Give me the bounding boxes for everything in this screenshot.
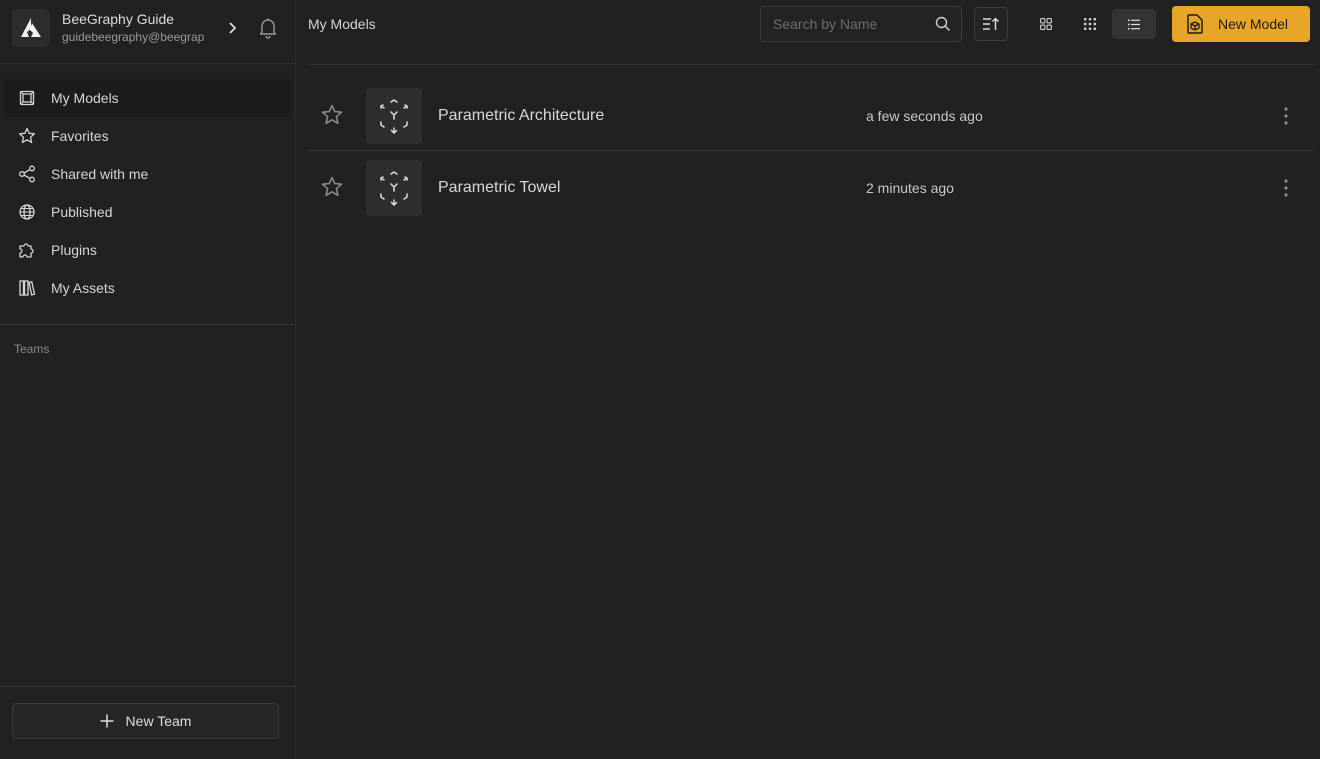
model-thumbnail[interactable] bbox=[366, 160, 422, 216]
sidebar-item-label: Shared with me bbox=[51, 166, 149, 182]
star-icon bbox=[18, 127, 36, 145]
3d-model-icon bbox=[376, 97, 412, 135]
search-icon[interactable] bbox=[935, 16, 951, 32]
sidebar-item-my-models[interactable]: My Models bbox=[4, 79, 291, 117]
model-thumbnail[interactable] bbox=[366, 88, 422, 144]
bell-icon[interactable] bbox=[257, 16, 279, 40]
sidebar-item-label: My Models bbox=[51, 90, 119, 106]
globe-icon bbox=[18, 203, 36, 221]
sidebar: BeeGraphy Guide guidebeegraphy@beegrap M… bbox=[0, 0, 296, 759]
new-model-button[interactable]: New Model bbox=[1172, 6, 1310, 42]
sidebar-divider bbox=[0, 324, 295, 325]
model-row[interactable]: Parametric Towel 2 minutes ago bbox=[308, 152, 1314, 223]
sidebar-footer-divider bbox=[0, 686, 295, 687]
puzzle-icon bbox=[18, 241, 36, 259]
view-list-button[interactable] bbox=[1112, 9, 1156, 39]
main-content: My Models New Model bbox=[296, 0, 1320, 759]
more-options-icon[interactable] bbox=[1278, 176, 1294, 200]
chevron-right-icon[interactable] bbox=[224, 18, 240, 38]
model-updated-time: 2 minutes ago bbox=[866, 180, 954, 196]
favorite-star-icon[interactable] bbox=[320, 175, 344, 199]
beegraphy-logo-icon[interactable] bbox=[12, 9, 50, 47]
list-icon bbox=[1128, 19, 1140, 30]
search-box bbox=[760, 6, 962, 42]
sidebar-item-published[interactable]: Published bbox=[4, 193, 291, 231]
sidebar-item-label: My Assets bbox=[51, 280, 115, 296]
header-divider bbox=[310, 64, 1314, 65]
model-name[interactable]: Parametric Towel bbox=[438, 179, 560, 197]
model-updated-time: a few seconds ago bbox=[866, 108, 983, 124]
page-title: My Models bbox=[308, 16, 376, 32]
model-name[interactable]: Parametric Architecture bbox=[438, 107, 604, 125]
grid-small-icon bbox=[1084, 18, 1096, 30]
new-team-button[interactable]: New Team bbox=[12, 703, 279, 739]
share-icon bbox=[18, 165, 36, 183]
favorite-star-icon[interactable] bbox=[320, 103, 344, 127]
sidebar-item-label: Published bbox=[51, 204, 113, 220]
sidebar-item-my-assets[interactable]: My Assets bbox=[4, 269, 291, 307]
view-small-grid-button[interactable] bbox=[1068, 9, 1112, 39]
sort-button[interactable] bbox=[974, 7, 1008, 41]
sidebar-item-favorites[interactable]: Favorites bbox=[4, 117, 291, 155]
model-row[interactable]: Parametric Architecture a few seconds ag… bbox=[308, 80, 1314, 151]
sidebar-item-plugins[interactable]: Plugins bbox=[4, 231, 291, 269]
sidebar-item-label: Favorites bbox=[51, 128, 109, 144]
profile-email: guidebeegraphy@beegrap bbox=[62, 30, 205, 44]
more-options-icon[interactable] bbox=[1278, 104, 1294, 128]
profile-name: BeeGraphy Guide bbox=[62, 11, 175, 27]
new-model-label: New Model bbox=[1218, 16, 1289, 32]
sort-ascending-icon bbox=[982, 16, 1000, 32]
new-team-label: New Team bbox=[125, 713, 192, 729]
grid-large-icon bbox=[1040, 18, 1052, 30]
search-input[interactable] bbox=[761, 7, 931, 41]
view-large-grid-button[interactable] bbox=[1024, 9, 1068, 39]
sidebar-item-shared-with-me[interactable]: Shared with me bbox=[4, 155, 291, 193]
profile-header: BeeGraphy Guide guidebeegraphy@beegrap bbox=[0, 0, 295, 64]
sidebar-item-label: Plugins bbox=[51, 242, 97, 258]
sidebar-nav: My Models Favorites Shared with me Publi… bbox=[0, 79, 295, 307]
plus-icon bbox=[100, 714, 114, 728]
new-model-file-icon bbox=[1186, 14, 1204, 34]
teams-section-label: Teams bbox=[14, 342, 50, 356]
library-icon bbox=[18, 279, 36, 297]
models-icon bbox=[18, 89, 36, 107]
3d-model-icon bbox=[376, 169, 412, 207]
